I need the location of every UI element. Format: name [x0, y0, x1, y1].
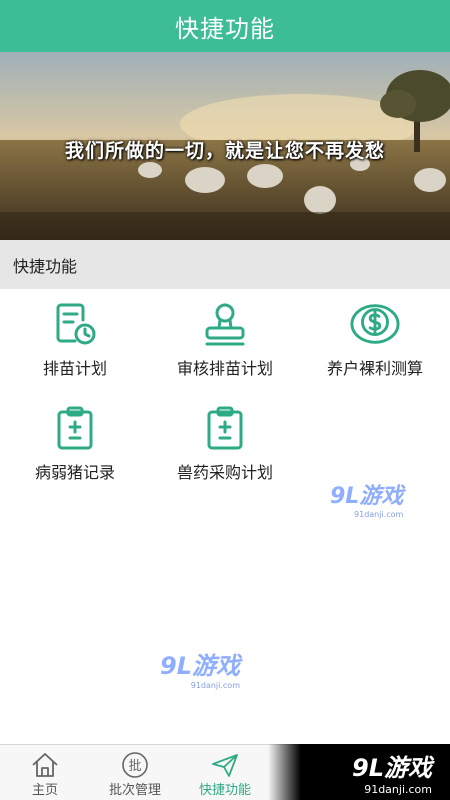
paper-plane-icon: [210, 751, 240, 779]
tab-label: 快捷功能: [198, 783, 251, 798]
tile-label: 排苗计划: [42, 359, 107, 378]
tile-seedling-plan[interactable]: 排苗计划: [0, 289, 150, 389]
watermark-brand: 9L游戏: [160, 652, 240, 680]
tab-quick-functions[interactable]: 快捷功能: [180, 745, 270, 800]
watermark-site: 91danji.com: [190, 681, 240, 690]
tab-label: 批次管理: [108, 783, 161, 798]
tab-batch-management[interactable]: 批 批次管理: [90, 745, 180, 800]
tile-review-seedling-plan[interactable]: 审核排苗计划: [150, 289, 300, 389]
tile-label: 兽药采购计划: [176, 463, 273, 482]
watermark-logo: 9L游戏 91danji.com: [330, 478, 403, 519]
tile-label: 养户裸利测算: [326, 359, 423, 378]
clipboard-plus-minus-icon: [50, 403, 100, 453]
tile-vet-drug-purchase-plan[interactable]: 兽药采购计划: [150, 393, 300, 493]
brand-corner-name: 9L游戏: [352, 754, 432, 782]
tab-home[interactable]: 主页: [0, 745, 90, 800]
tile-sick-pig-record[interactable]: 病弱猪记录: [0, 393, 150, 493]
brand-corner-site: 91danji.com: [364, 783, 432, 796]
clipboard-plus-minus-icon: [200, 403, 250, 453]
watermark-logo: 9L游戏 91danji.com: [160, 646, 240, 690]
page-title: 快捷功能: [175, 14, 275, 43]
batch-icon: 批: [120, 751, 150, 779]
watermark-brand: 9L游戏: [330, 484, 404, 509]
tile-label: 审核排苗计划: [176, 359, 273, 378]
banner-caption: 我们所做的一切，就是让您不再发愁: [64, 140, 385, 162]
dollar-coin-icon: [350, 299, 400, 349]
section-title: 快捷功能: [13, 256, 78, 276]
tab-label: 主页: [31, 783, 58, 798]
watermark-site: 91danji.com: [354, 510, 404, 519]
tile-label: 病弱猪记录: [34, 463, 115, 482]
tile-farmer-profit-calc[interactable]: 养户裸利测算: [300, 289, 450, 389]
approval-stamp-icon: [200, 299, 250, 349]
section-header: 快捷功能: [0, 240, 450, 289]
brand-corner-overlay: 9L游戏 91danji.com: [268, 744, 450, 800]
home-icon: [30, 751, 60, 779]
app-header: 快捷功能: [0, 0, 450, 52]
banner-image: 我们所做的一切，就是让您不再发愁: [0, 52, 450, 240]
schedule-clock-icon: [50, 299, 100, 349]
svg-text:批: 批: [128, 759, 141, 774]
